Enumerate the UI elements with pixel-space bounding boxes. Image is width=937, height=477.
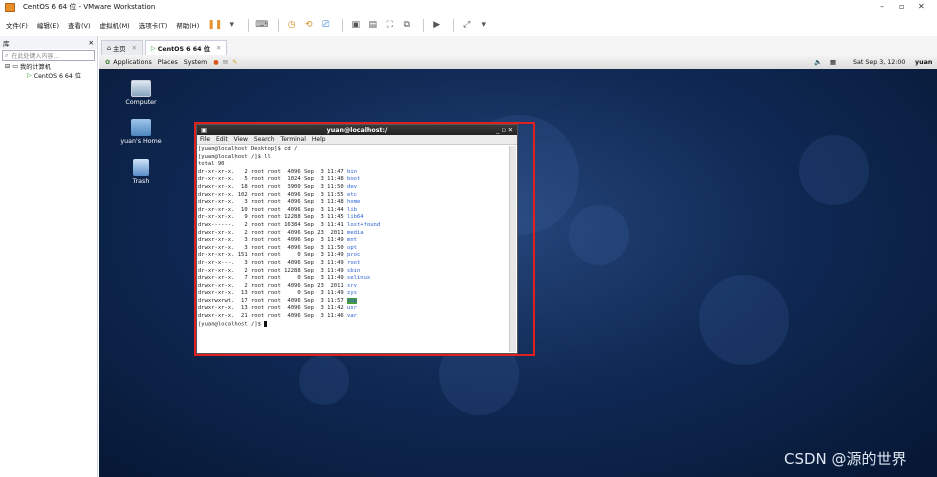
wallpaper-circle (299, 355, 349, 405)
toolbar-separator (278, 18, 280, 32)
send-keys-icon[interactable]: ⌨ (255, 19, 268, 31)
firefox-icon[interactable]: ● (213, 59, 219, 66)
menu-tabs[interactable]: 选项卡(T) (139, 20, 168, 30)
thumbnail-icon[interactable]: ▤ (366, 19, 379, 31)
library-close-icon[interactable]: ✕ (89, 39, 94, 47)
panel-clock[interactable]: Sat Sep 3, 12:00 (853, 59, 905, 66)
stretch-icon[interactable]: ⤢ (460, 19, 473, 31)
toolbar-separator (342, 18, 344, 32)
search-icon: ⌕ (5, 51, 9, 59)
library-header: 库 ✕ (0, 36, 97, 49)
tab-close-icon[interactable]: ✕ (132, 45, 137, 52)
panel-user[interactable]: yuan (915, 59, 932, 66)
menu-view[interactable]: 查看(V) (68, 20, 91, 30)
desktop-icon-label: Computer (125, 99, 157, 106)
unity-icon[interactable]: ⧉ (400, 19, 413, 31)
window-title: CentOS 6 64 位 - VMware Workstation (23, 3, 156, 11)
mail-icon[interactable]: ✉ (223, 59, 228, 66)
tab-label: 主页 (113, 45, 126, 53)
minimize-button[interactable]: – (880, 2, 884, 11)
dropdown-icon[interactable]: ▾ (477, 19, 490, 31)
menu-file[interactable]: 文件(F) (6, 20, 28, 30)
menubar: 文件(F) 编辑(E) 查看(V) 虚拟机(M) 选项卡(T) 帮助(H) ❚❚… (0, 14, 937, 36)
menu-system[interactable]: System (184, 59, 207, 66)
desktop-icon-trash[interactable]: Trash (118, 159, 164, 185)
gnome-top-panel: ✿ Applications Places System ● ✉ ✎ 🔈 ▦ S… (99, 55, 937, 69)
vm-icon: ▷ (150, 44, 156, 52)
library-title: 库 (3, 39, 10, 48)
revert-snapshot-icon[interactable]: ⟲ (302, 19, 315, 31)
wallpaper-circle (799, 135, 869, 205)
desktop-icon-label: yuan's Home (120, 138, 162, 145)
menu-places[interactable]: Places (158, 59, 178, 66)
snapshot-manager-icon[interactable]: ⎚ (319, 19, 332, 31)
snapshot-icon[interactable]: ◷ (285, 19, 298, 31)
tree-label: 我的计算机 (20, 64, 51, 71)
search-placeholder: 在此处键入内容... (11, 53, 60, 60)
menu-vm[interactable]: 虚拟机(M) (100, 20, 130, 30)
close-button[interactable]: ✕ (918, 2, 925, 11)
desktop-icon-home[interactable]: yuan's Home (118, 119, 164, 145)
tab-close-icon[interactable]: ✕ (216, 45, 221, 52)
menu-edit[interactable]: 编辑(E) (37, 20, 59, 30)
tab-centos[interactable]: ▷ CentOS 6 64 位 ✕ (144, 40, 228, 55)
vm-tab-bar: ⌂ 主页 ✕ ▷ CentOS 6 64 位 ✕ (99, 36, 937, 55)
window-titlebar: CentOS 6 64 位 - VMware Workstation – ▫ ✕ (0, 0, 937, 14)
wallpaper-circle (699, 275, 789, 365)
computer-icon: ▭ (12, 63, 19, 70)
library-panel: 库 ✕ ⌕ 在此处键入内容... ⊟ ▭ 我的计算机 ▷ CentOS 6 64… (0, 36, 98, 477)
toolbar-separator (453, 18, 455, 32)
home-folder-icon (131, 119, 151, 136)
trash-icon (133, 159, 149, 176)
notes-icon[interactable]: ✎ (232, 59, 237, 66)
desktop-icon-computer[interactable]: Computer (118, 80, 164, 106)
fullscreen-icon[interactable]: ⛶ (383, 19, 396, 31)
tree-item-my-computer[interactable]: ⊟ ▭ 我的计算机 (0, 62, 97, 71)
watermark: CSDN @源的世界 (784, 450, 907, 468)
home-icon: ⌂ (107, 44, 111, 52)
sidebar-toggle-icon[interactable]: ▣ (349, 19, 362, 31)
highlight-box (194, 122, 535, 356)
tab-home[interactable]: ⌂ 主页 ✕ (101, 40, 143, 55)
dropdown-icon[interactable]: ▾ (225, 19, 238, 31)
menu-help[interactable]: 帮助(H) (176, 20, 199, 30)
tree-item-centos[interactable]: ▷ CentOS 6 64 位 (0, 71, 97, 80)
desktop-icon-label: Trash (132, 178, 150, 185)
tree-label: CentOS 6 64 位 (33, 73, 81, 80)
vmware-app-icon (5, 2, 15, 12)
menu-applications[interactable]: Applications (113, 59, 151, 66)
toolbar-separator (423, 18, 425, 32)
tab-label: CentOS 6 64 位 (157, 45, 211, 53)
gnome-foot-icon: ✿ (105, 58, 111, 66)
pause-icon[interactable]: ❚❚ (207, 19, 222, 31)
library-search-input[interactable]: ⌕ 在此处键入内容... (2, 50, 95, 61)
wallpaper-circle (569, 205, 629, 265)
vm-icon: ▷ (27, 72, 32, 79)
collapse-icon[interactable]: ⊟ (5, 63, 10, 70)
maximize-button[interactable]: ▫ (899, 2, 904, 11)
network-icon[interactable]: ▦ (830, 59, 836, 66)
monitor-icon (131, 80, 151, 97)
speaker-icon[interactable]: 🔈 (814, 58, 822, 66)
console-icon[interactable]: ▶ (430, 19, 443, 31)
toolbar-separator (248, 18, 250, 32)
